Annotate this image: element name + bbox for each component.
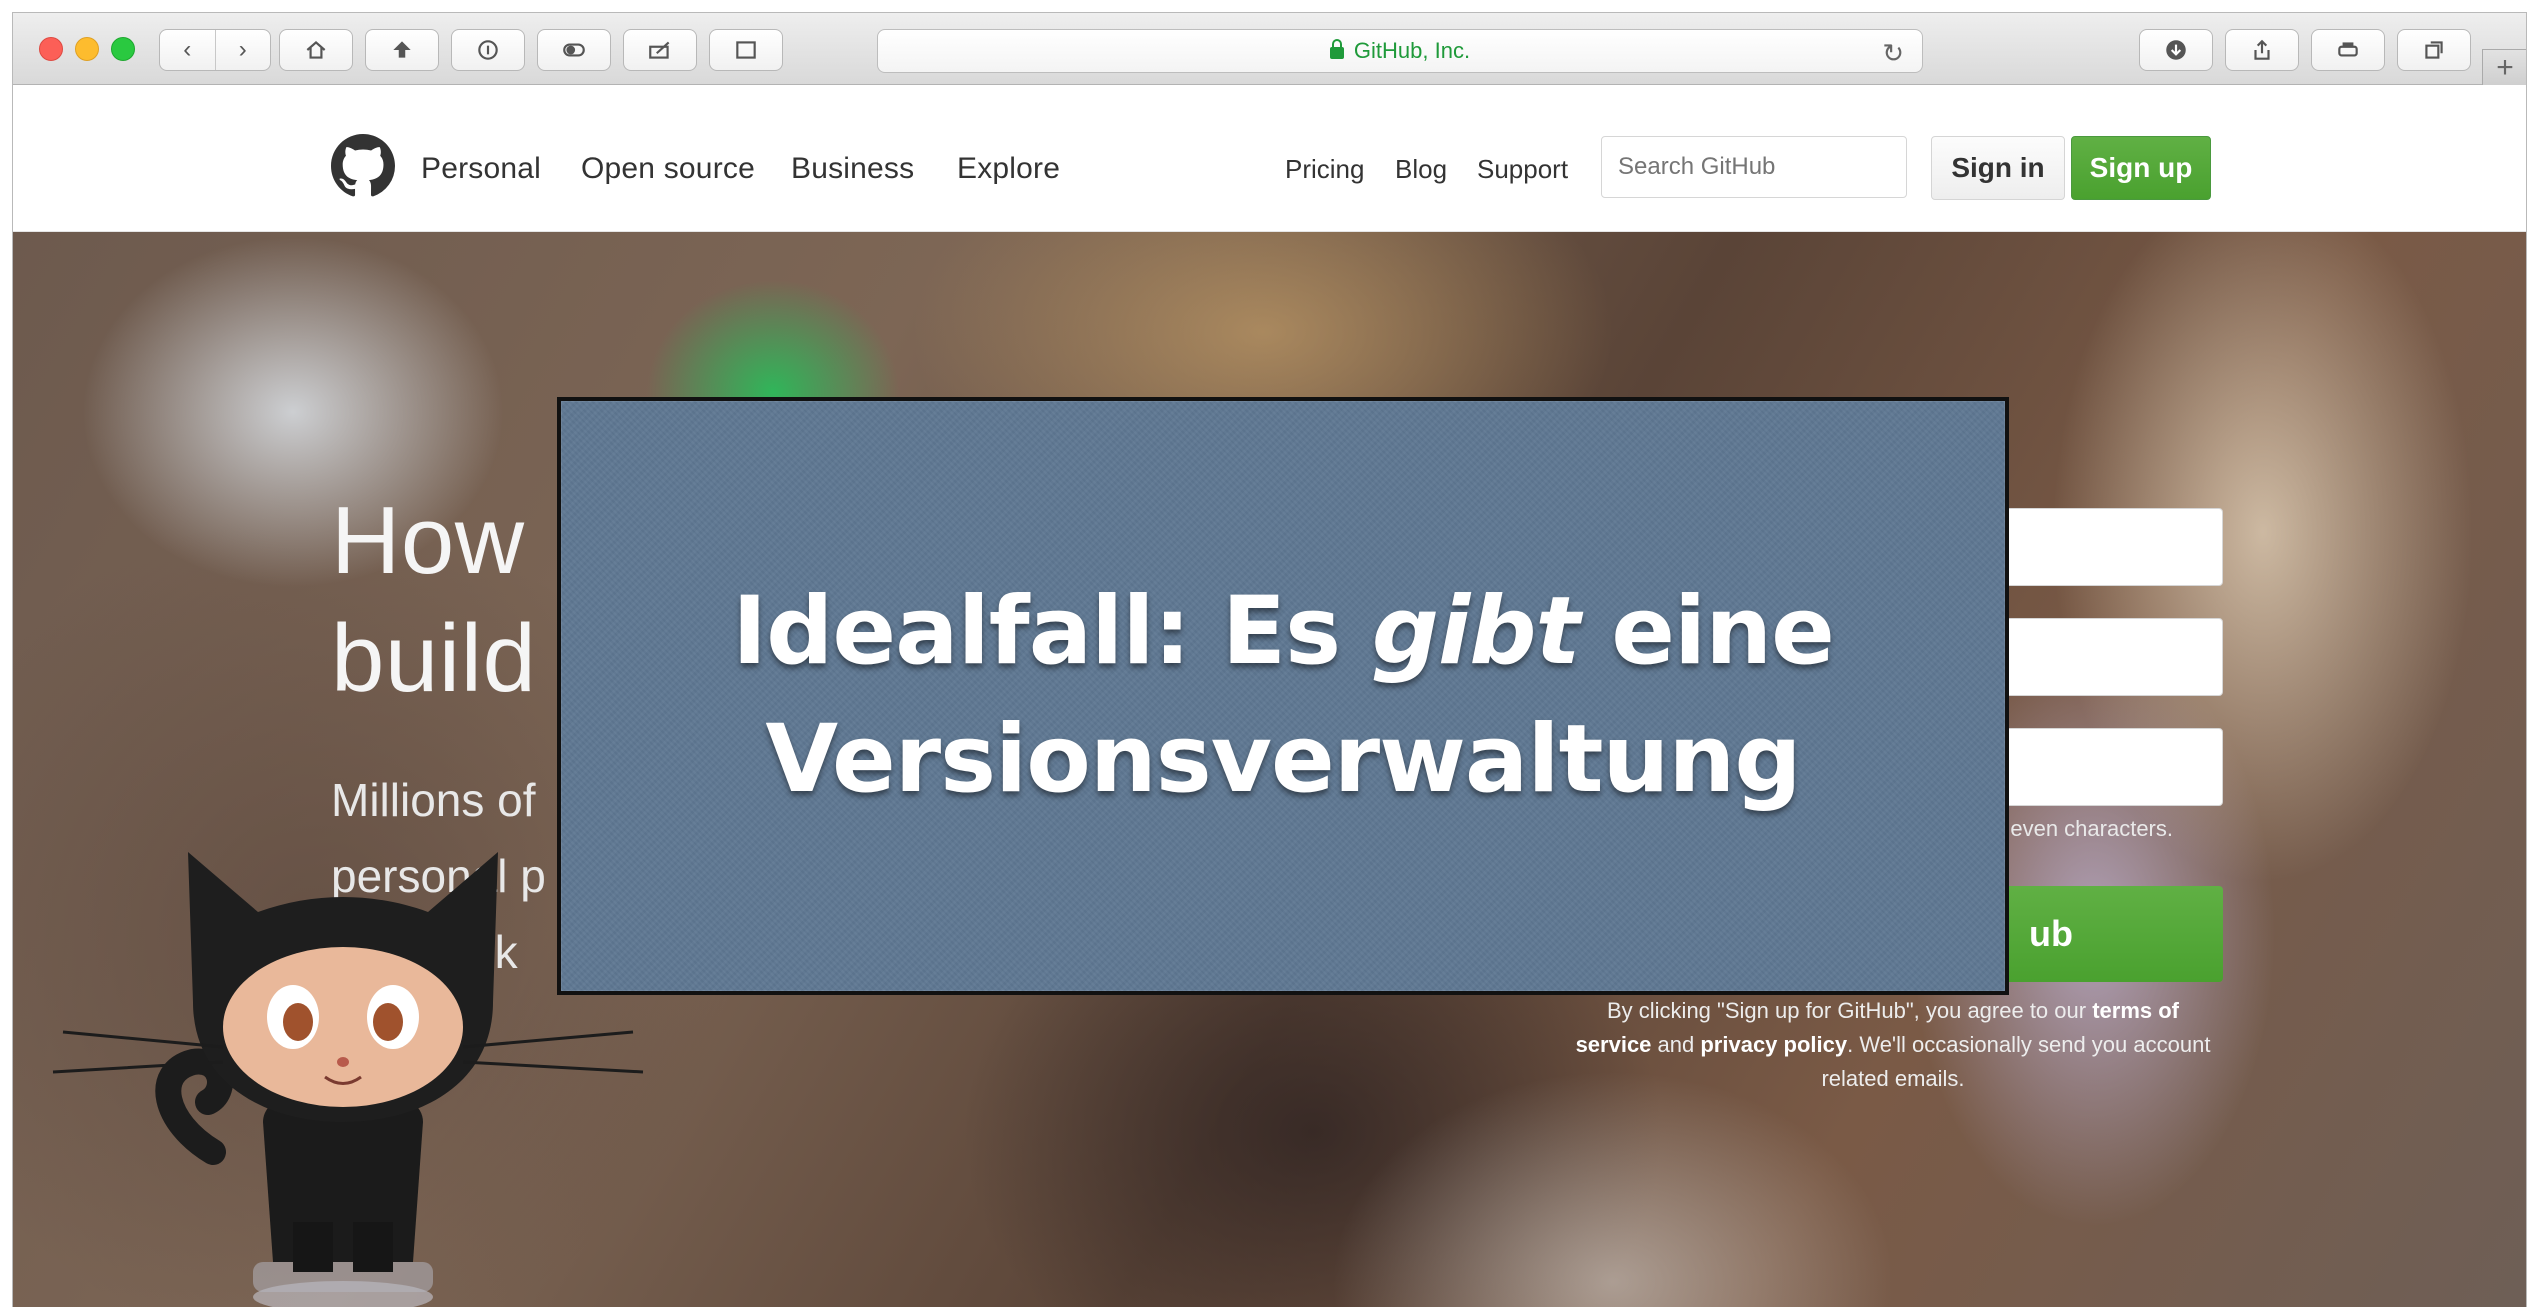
nav-explore[interactable]: Explore: [957, 152, 1060, 186]
terms-text: By clicking "Sign up for GitHub", you ag…: [1553, 994, 2233, 1096]
share-icon: [2254, 39, 2270, 60]
lock-icon: [1329, 39, 1344, 59]
edit-icon: [649, 41, 670, 59]
slide-overlay: Idealfall: Es gibt eine Versionsverwaltu…: [557, 397, 2009, 995]
printer-icon: [2338, 42, 2358, 57]
tabs-icon: [2425, 41, 2443, 59]
minimize-window-button[interactable]: [75, 37, 99, 61]
nav-business[interactable]: Business: [791, 152, 914, 186]
github-header: Personal Open source Business Explore Pr…: [13, 86, 2526, 232]
share-button[interactable]: [2225, 29, 2299, 71]
zoom-window-button[interactable]: [111, 37, 135, 61]
info-icon: [478, 40, 498, 60]
back-icon[interactable]: ‹: [160, 30, 216, 70]
home-icon: [306, 40, 326, 59]
new-tab-button[interactable]: +: [2482, 49, 2526, 85]
hero-title: How build: [331, 482, 536, 718]
print-button[interactable]: [2311, 29, 2385, 71]
plus-icon: +: [2496, 50, 2514, 84]
home-button[interactable]: [279, 29, 353, 71]
github-logo-icon[interactable]: [331, 134, 395, 198]
terms-text-part: By clicking "Sign up for GitHub", you ag…: [1607, 998, 2093, 1023]
terms-of-service-link[interactable]: terms of: [2092, 998, 2179, 1023]
reload-icon[interactable]: ↻: [1882, 38, 1904, 69]
overlay-title-line-2: Versionsverwaltung: [765, 705, 1801, 814]
browser-window: ‹ › GitHub, Inc. ↻ + Personal Open sourc…: [12, 12, 2527, 1307]
info-button[interactable]: [451, 29, 525, 71]
downloads-button[interactable]: [2139, 29, 2213, 71]
toggle-button[interactable]: [537, 29, 611, 71]
sidebar-button[interactable]: [709, 29, 783, 71]
toggle-icon: [563, 43, 585, 57]
hero-title-line: build: [331, 605, 537, 712]
nav-open-source[interactable]: Open source: [581, 152, 755, 186]
top-sites-icon: [393, 41, 411, 58]
overlay-title-line-1: Idealfall: Es gibt eine: [732, 568, 1835, 696]
browser-toolbar: ‹ › GitHub, Inc. ↻ +: [13, 13, 2526, 85]
close-window-button[interactable]: [39, 37, 63, 61]
top-sites-button[interactable]: [365, 29, 439, 71]
sidebar-icon: [736, 41, 756, 59]
search-input[interactable]: [1601, 136, 1907, 198]
address-bar[interactable]: GitHub, Inc. ↻: [877, 29, 1923, 73]
privacy-policy-link[interactable]: privacy policy: [1700, 1032, 1847, 1057]
terms-line: By clicking "Sign up for GitHub", you ag…: [1553, 994, 2233, 1028]
hero-title-line: How: [331, 487, 525, 594]
overlay-text-part: Idealfall: Es: [732, 577, 1372, 686]
tabs-button[interactable]: [2397, 29, 2471, 71]
address-text: GitHub, Inc.: [1353, 38, 1471, 63]
terms-line: service and privacy policy. We'll occasi…: [1553, 1028, 2233, 1062]
overlay-text-part: eine: [1579, 577, 1835, 686]
link-blog[interactable]: Blog: [1395, 154, 1447, 185]
forward-icon[interactable]: ›: [216, 30, 271, 70]
terms-text-part: . We'll occasionally send you account: [1847, 1032, 2211, 1057]
back-forward-buttons: ‹ ›: [159, 29, 271, 71]
terms-text-part: and: [1651, 1032, 1701, 1057]
download-icon: [2166, 40, 2186, 60]
link-support[interactable]: Support: [1477, 154, 1568, 185]
sign-up-button[interactable]: Sign up: [2071, 136, 2211, 200]
overlay-emphasis: gibt: [1371, 577, 1581, 686]
edit-button[interactable]: [623, 29, 697, 71]
sign-in-button[interactable]: Sign in: [1931, 136, 2065, 200]
link-pricing[interactable]: Pricing: [1285, 154, 1364, 185]
nav-personal[interactable]: Personal: [421, 152, 541, 186]
terms-of-service-link-cont[interactable]: service: [1576, 1032, 1652, 1057]
terms-line: related emails.: [1821, 1066, 1965, 1091]
